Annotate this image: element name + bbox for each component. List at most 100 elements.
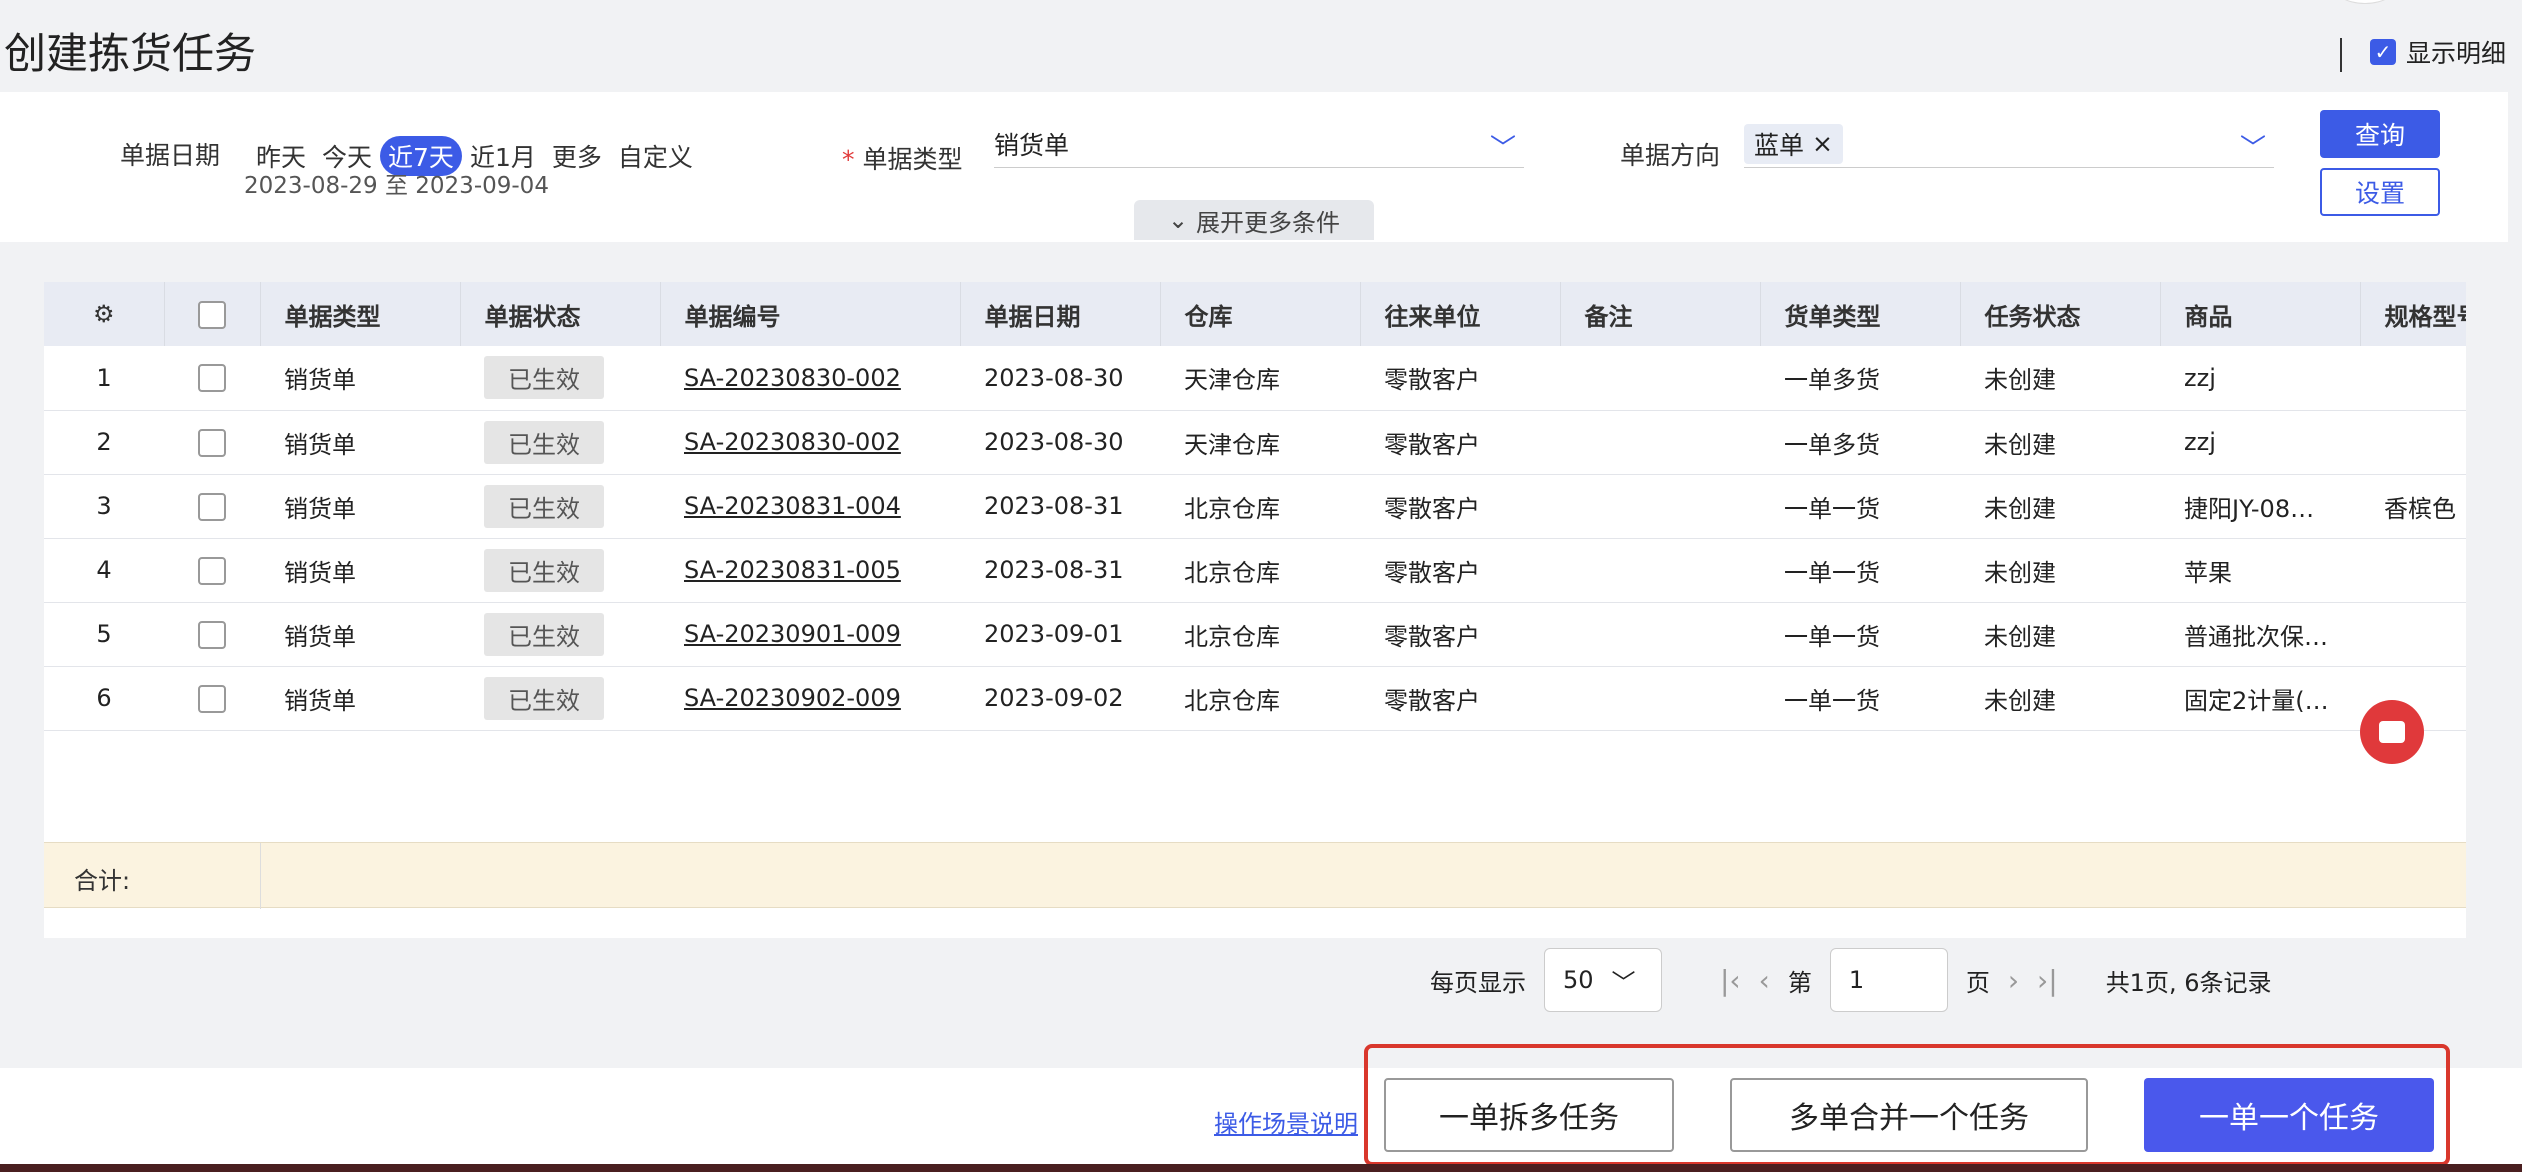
column-header[interactable]: 单据类型 (260, 282, 461, 346)
table-row[interactable]: 3 销货单 已生效 SA-20230831-004 2023-08-31 北京仓库 零散客户… (44, 474, 2466, 539)
row-checkbox (164, 410, 260, 475)
prev-page-icon[interactable]: ‹ (1759, 964, 1770, 997)
row-number: 5 (44, 602, 164, 667)
direction-label: 单据方向 (1620, 141, 1721, 170)
table-row[interactable]: 6 销货单 已生效 SA-20230902-009 2023-09-02 北京仓库 零散客户… (44, 666, 2466, 731)
chevron-down-icon: ﹀ (2239, 134, 2266, 164)
column-header[interactable]: 商品 (2160, 282, 2361, 346)
doc-type-value: 销货单 (994, 130, 1070, 160)
cell-remark (1560, 346, 1760, 411)
results-table: ⚙ 单据类型 单据状态 单据编号 单据日期 仓库 往来单位 备注 货单类型 任务… (44, 282, 2466, 938)
user-avatar[interactable] (2330, 0, 2400, 4)
next-page-icon[interactable]: › (2008, 964, 2019, 997)
status-badge: 已生效 (484, 676, 604, 720)
cell-task-status: 未创建 (1960, 410, 2160, 475)
cell-order-type: 一单多货 (1760, 410, 1960, 475)
cell-order-type: 一单一货 (1760, 538, 1960, 603)
cell-partner: 零散客户 (1360, 602, 1560, 667)
doc-code-link[interactable]: SA-20230830-002 (684, 428, 901, 456)
doc-code-link[interactable]: SA-20230901-009 (684, 620, 901, 648)
table-row[interactable]: 5 销货单 已生效 SA-20230901-009 2023-09-01 北京仓库 零散客户… (44, 602, 2466, 667)
doc-code-link[interactable]: SA-20230902-009 (684, 684, 901, 712)
page-input[interactable]: 1 (1829, 948, 1948, 1012)
doc-code-link[interactable]: SA-20230830-002 (684, 364, 901, 392)
cell-doc-type: 销货单 (260, 602, 460, 667)
cell-status: 已生效 (460, 346, 660, 411)
last-page-icon[interactable]: ›| (2037, 964, 2058, 997)
select-all-checkbox[interactable] (164, 282, 261, 346)
column-header[interactable]: 单据编号 (660, 282, 961, 346)
total-records: 共1页, 6条记录 (2105, 968, 2272, 997)
close-icon[interactable]: × (1812, 129, 1833, 158)
page-prefix: 第 (1787, 968, 1812, 997)
doc-code-link[interactable]: SA-20230831-005 (684, 556, 901, 584)
row-checkbox[interactable] (198, 364, 226, 393)
column-header[interactable]: 备注 (1560, 282, 1761, 346)
expand-conditions-button[interactable]: ⌄ 展开更多条件 (1134, 200, 1374, 240)
row-checkbox[interactable] (198, 620, 226, 649)
cell-date: 2023-09-02 (960, 666, 1160, 731)
cell-doc-code: SA-20230902-009 (660, 666, 960, 731)
row-checkbox (164, 346, 260, 411)
cell-doc-code: SA-20230831-004 (660, 474, 960, 539)
doc-code-link[interactable]: SA-20230831-004 (684, 492, 901, 520)
cell-doc-type: 销货单 (260, 538, 460, 603)
cell-date: 2023-09-01 (960, 602, 1160, 667)
show-detail-checkbox[interactable]: ✓ 显示明细 (2370, 34, 2506, 70)
column-header[interactable]: 仓库 (1160, 282, 1361, 346)
settings-button[interactable]: 设置 (2320, 168, 2440, 216)
date-option-custom[interactable]: 自定义 (610, 136, 701, 176)
cell-partner: 零散客户 (1360, 474, 1560, 539)
row-checkbox[interactable] (198, 492, 226, 521)
cell-doc-type: 销货单 (260, 666, 460, 731)
cell-warehouse: 北京仓库 (1160, 474, 1360, 539)
column-settings-icon[interactable]: ⚙ (44, 282, 165, 346)
row-number: 4 (44, 538, 164, 603)
column-header[interactable]: 单据状态 (460, 282, 661, 346)
table-row[interactable]: 4 销货单 已生效 SA-20230831-005 2023-08-31 北京仓库 零散客户… (44, 538, 2466, 603)
row-checkbox (164, 538, 260, 603)
cell-doc-code: SA-20230830-002 (660, 346, 960, 411)
row-checkbox (164, 666, 260, 731)
page-suffix: 页 (1965, 968, 1990, 997)
column-header[interactable]: 货单类型 (1760, 282, 1961, 346)
date-range: 2023-08-29 至 2023-09-04 (244, 173, 549, 199)
row-checkbox[interactable] (198, 428, 226, 457)
cell-order-type: 一单一货 (1760, 474, 1960, 539)
cell-order-type: 一单一货 (1760, 666, 1960, 731)
cell-partner: 零散客户 (1360, 410, 1560, 475)
table-row[interactable]: 1 销货单 已生效 SA-20230830-002 2023-08-30 天津仓库 零散客户… (44, 346, 2466, 411)
cell-warehouse: 天津仓库 (1160, 346, 1360, 411)
date-option-more[interactable]: 更多 (544, 136, 610, 176)
cell-spec (2360, 410, 2466, 475)
column-header[interactable]: 单据日期 (960, 282, 1161, 346)
column-header[interactable]: 往来单位 (1360, 282, 1561, 346)
cell-warehouse: 天津仓库 (1160, 410, 1360, 475)
cell-doc-code: SA-20230830-002 (660, 410, 960, 475)
pagination: 每页显示 50 ﹀ |‹ ‹ 第 1 页 › ›| 共1页, 6条记录 (1430, 948, 2271, 1012)
per-page-select[interactable]: 50 ﹀ (1544, 948, 1662, 1012)
cell-goods: zzj (2160, 410, 2360, 475)
row-checkbox[interactable] (198, 556, 226, 585)
chat-icon[interactable] (2360, 700, 2424, 764)
query-button[interactable]: 查询 (2320, 110, 2440, 158)
per-page-label: 每页显示 (1430, 968, 1526, 997)
doc-type-select[interactable]: 销货单 ﹀ (994, 120, 1524, 168)
row-number: 1 (44, 346, 164, 411)
direction-select[interactable]: 蓝单 × ﹀ (1744, 120, 2274, 168)
cell-goods: 普通批次保… (2160, 602, 2360, 667)
first-page-icon[interactable]: |‹ (1720, 964, 1741, 997)
cell-doc-type: 销货单 (260, 346, 460, 411)
column-header[interactable]: 规格型号 (2360, 282, 2466, 346)
cell-goods: zzj (2160, 346, 2360, 411)
table-row[interactable]: 2 销货单 已生效 SA-20230830-002 2023-08-30 天津仓库 零散客户… (44, 410, 2466, 475)
column-header[interactable]: 任务状态 (1960, 282, 2161, 346)
cell-spec (2360, 538, 2466, 603)
cell-date: 2023-08-31 (960, 538, 1160, 603)
scene-help-link[interactable]: 操作场景说明 (1214, 1104, 1358, 1139)
cell-status: 已生效 (460, 602, 660, 667)
direction-tag: 蓝单 × (1744, 123, 1843, 164)
row-checkbox[interactable] (198, 684, 226, 713)
cell-remark (1560, 602, 1760, 667)
cell-partner: 零散客户 (1360, 538, 1560, 603)
